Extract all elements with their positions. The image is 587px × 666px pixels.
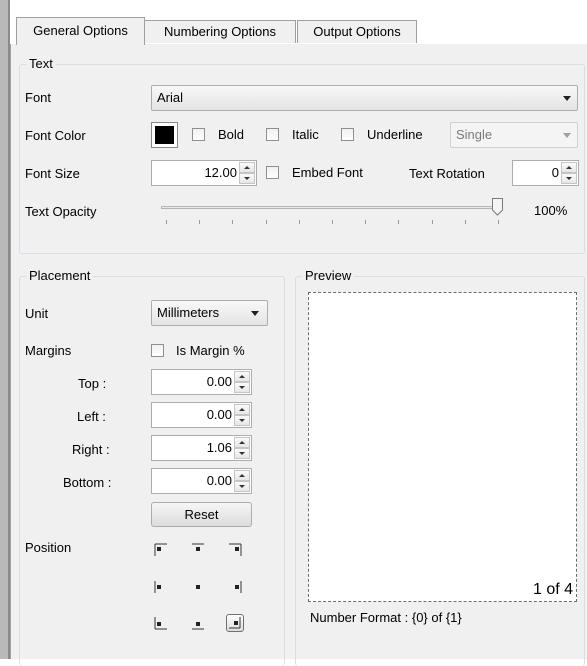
text-opacity-label: Text Opacity — [25, 204, 97, 219]
text-rotation-value: 0 — [551, 165, 559, 180]
top-margin-down-button[interactable] — [234, 382, 250, 393]
chevron-down-icon — [563, 96, 571, 101]
left-margin-label: Left : — [77, 409, 106, 424]
font-color-label: Font Color — [25, 128, 86, 143]
position-bottom-right-icon[interactable] — [226, 614, 244, 632]
tab-numbering-options[interactable]: Numbering Options — [144, 20, 296, 43]
preview-area: 1 of 4 — [308, 292, 577, 602]
font-label: Font — [25, 90, 52, 105]
slider-tick — [464, 220, 466, 224]
bold-label: Bold — [218, 127, 245, 142]
slider-tick — [332, 220, 333, 224]
font-color-fill — [155, 126, 174, 144]
chevron-down-icon — [563, 133, 571, 138]
bold-checkbox[interactable] — [192, 128, 205, 141]
bottom-margin-value: 0.00 — [206, 473, 232, 488]
position-center-icon[interactable] — [189, 578, 207, 596]
font-color-swatch[interactable] — [151, 122, 178, 148]
unit-label: Unit — [25, 306, 49, 321]
left-margin-value: 0.00 — [206, 407, 232, 422]
underline-label: Underline — [367, 127, 423, 142]
is-margin-percent-label: Is Margin % — [176, 343, 245, 358]
bottom-margin-up-button[interactable] — [234, 470, 250, 481]
top-margin-up-button[interactable] — [234, 371, 250, 382]
placement-group-title: Placement — [26, 268, 94, 283]
preview-sample-text: 1 of 4 — [532, 581, 573, 598]
text-group-title: Text — [26, 56, 56, 71]
text-group: Text Font Arial Font Color Bold Italic U… — [19, 56, 585, 254]
chevron-down-icon — [251, 311, 259, 316]
top-margin-label: Top : — [78, 376, 107, 391]
slider-tick — [232, 220, 234, 224]
is-margin-percent-checkbox[interactable] — [151, 344, 164, 357]
position-top-center-icon[interactable] — [189, 541, 207, 559]
left-margin-spinner[interactable]: 0.00 — [151, 402, 252, 428]
font-select[interactable]: Arial — [151, 85, 578, 111]
slider-tick — [398, 220, 400, 224]
position-bottom-center-icon[interactable] — [189, 614, 207, 632]
right-margin-value: 1.06 — [206, 440, 232, 455]
tab-bar: General Options Numbering Options Output… — [10, 0, 587, 45]
text-rotation-spinner[interactable]: 0 — [512, 160, 579, 186]
italic-label: Italic — [292, 127, 319, 142]
slider-tick — [365, 220, 367, 224]
embed-font-checkbox[interactable] — [266, 166, 279, 179]
unit-select[interactable]: Millimeters — [151, 300, 268, 326]
text-opacity-slider[interactable] — [161, 198, 503, 228]
slider-track — [161, 206, 503, 209]
right-margin-down-button[interactable] — [234, 448, 250, 459]
reset-button[interactable]: Reset — [151, 502, 252, 527]
position-bottom-left-icon[interactable] — [152, 614, 170, 632]
font-size-value: 12.00 — [204, 165, 237, 180]
slider-thumb[interactable] — [492, 198, 503, 216]
slider-tick — [498, 220, 499, 224]
top-margin-spinner[interactable]: 0.00 — [151, 369, 252, 395]
text-opacity-value: 100% — [534, 203, 568, 218]
slider-tick — [298, 220, 300, 224]
underline-style-value: Single — [456, 127, 493, 142]
right-margin-up-button[interactable] — [234, 437, 250, 448]
text-rotation-down-button[interactable] — [561, 173, 577, 184]
position-middle-left-icon[interactable] — [152, 578, 170, 596]
right-margin-label: Right : — [72, 442, 110, 457]
window-frame-edge — [0, 0, 8, 659]
position-top-right-icon[interactable] — [226, 541, 244, 559]
placement-group: Placement Unit Millimeters Margins Is Ma… — [19, 268, 285, 666]
font-select-value: Arial — [157, 90, 184, 105]
tab-output-options[interactable]: Output Options — [297, 20, 417, 43]
bottom-margin-down-button[interactable] — [234, 481, 250, 492]
preview-group: Preview 1 of 4 Number Format : {0} of {1… — [295, 268, 585, 666]
font-size-up-button[interactable] — [239, 162, 255, 173]
text-rotation-label: Text Rotation — [409, 166, 485, 181]
slider-tick — [166, 220, 167, 224]
embed-font-label: Embed Font — [292, 165, 363, 180]
bottom-margin-spinner[interactable]: 0.00 — [151, 468, 252, 494]
number-format-label: Number Format : {0} of {1} — [310, 610, 462, 625]
slider-tick — [199, 220, 201, 224]
position-top-left-icon[interactable] — [152, 541, 170, 559]
top-margin-value: 0.00 — [206, 374, 232, 389]
general-options-panel: Text Font Arial Font Color Bold Italic U… — [10, 44, 587, 666]
font-size-spinner[interactable]: 12.00 — [151, 160, 257, 186]
left-margin-up-button[interactable] — [234, 404, 250, 415]
right-margin-spinner[interactable]: 1.06 — [151, 435, 252, 461]
underline-style-select[interactable]: Single — [450, 122, 578, 148]
left-margin-down-button[interactable] — [234, 415, 250, 426]
preview-group-title: Preview — [302, 268, 355, 283]
position-label: Position — [25, 540, 72, 555]
italic-checkbox[interactable] — [266, 128, 279, 141]
text-rotation-up-button[interactable] — [561, 162, 577, 173]
underline-checkbox[interactable] — [341, 128, 354, 141]
slider-tick — [265, 220, 267, 224]
margins-label: Margins — [25, 343, 72, 358]
tab-general-options[interactable]: General Options — [16, 17, 145, 45]
unit-select-value: Millimeters — [157, 305, 220, 320]
bottom-margin-label: Bottom : — [63, 475, 112, 490]
slider-tick — [431, 220, 433, 224]
position-middle-right-icon[interactable] — [226, 578, 244, 596]
font-size-down-button[interactable] — [239, 173, 255, 184]
font-size-label: Font Size — [25, 166, 80, 181]
